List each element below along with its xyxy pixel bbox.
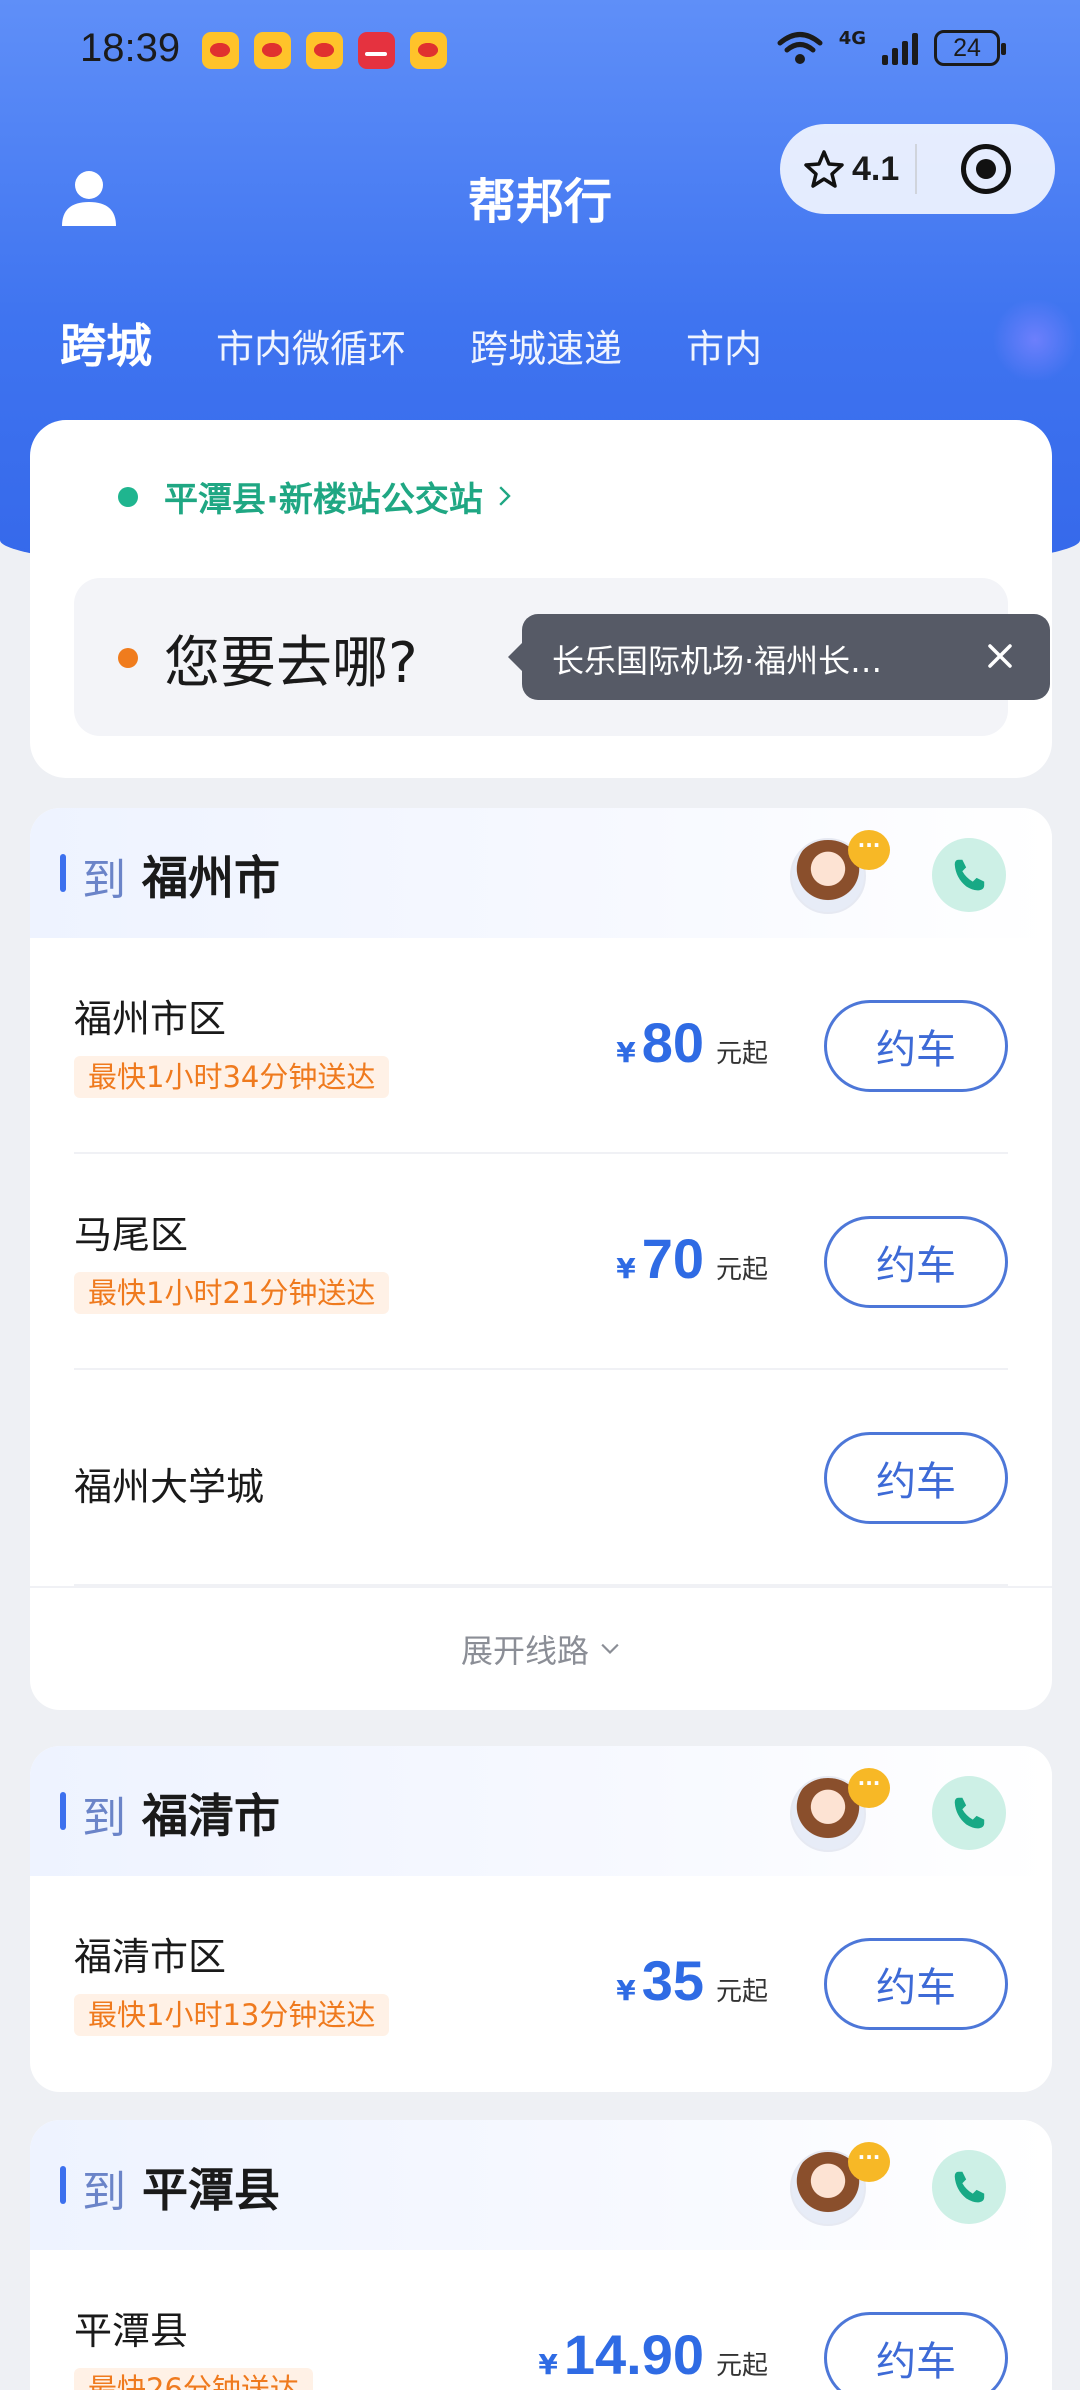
price: ¥ 80 元起 bbox=[616, 1010, 768, 1075]
route-row: 马尾区 最快1小时21分钟送达 ¥ 70 元起 约车 bbox=[74, 1154, 1008, 1370]
route-name: 平潭县 bbox=[74, 2309, 189, 2353]
capsule-divider bbox=[915, 144, 917, 194]
destination-dot-icon bbox=[118, 648, 138, 668]
weibo-notification-icon bbox=[410, 32, 447, 69]
currency-symbol: ¥ bbox=[616, 1036, 636, 1069]
phone-call-button[interactable] bbox=[932, 1776, 1006, 1850]
origin-label: 平潭县·新楼站公交站 bbox=[164, 480, 483, 520]
close-icon[interactable] bbox=[980, 636, 1020, 676]
star-icon bbox=[804, 150, 844, 188]
to-label: 到 bbox=[82, 855, 126, 906]
price-unit: 元起 bbox=[715, 1255, 768, 1285]
route-row: 福州大学城 约车 bbox=[74, 1370, 1008, 1586]
price-unit: 元起 bbox=[715, 2351, 768, 2381]
network-type: 4G bbox=[838, 27, 866, 49]
tabs-overflow-fade bbox=[990, 300, 1080, 380]
price-value: 35 bbox=[641, 1949, 704, 2012]
book-ride-button[interactable]: 约车 bbox=[824, 1000, 1008, 1092]
tab-intercity[interactable]: 跨城 bbox=[60, 310, 152, 376]
price-unit: 元起 bbox=[715, 1977, 768, 2007]
price-value: 70 bbox=[641, 1227, 704, 1290]
destination-prompt: 您要去哪? bbox=[164, 631, 418, 696]
currency-symbol: ¥ bbox=[616, 1252, 636, 1285]
battery-icon: 24 bbox=[934, 30, 1006, 66]
tab-in-city[interactable]: 市内 bbox=[686, 318, 762, 373]
book-ride-button[interactable]: 约车 bbox=[824, 1938, 1008, 2030]
tab-city-micro-circulation[interactable]: 市内微循环 bbox=[216, 318, 406, 373]
eta-tag: 最快1小时21分钟送达 bbox=[74, 1272, 390, 1314]
destination-city: 平潭县 bbox=[142, 2163, 280, 2217]
to-label: 到 bbox=[82, 1793, 126, 1844]
phone-icon bbox=[954, 859, 985, 891]
suggestion-text: 长乐国际机场·福州长… bbox=[552, 642, 883, 680]
destination-city: 福清市 bbox=[142, 1789, 280, 1843]
phone-icon bbox=[954, 2171, 985, 2203]
price: ¥ 70 元起 bbox=[616, 1226, 768, 1291]
route-card-header: 到 福州市 ··· bbox=[30, 808, 1052, 938]
price-value: 80 bbox=[641, 1011, 704, 1074]
chevron-down-icon bbox=[601, 1643, 619, 1655]
chat-bubble-icon: ··· bbox=[848, 1768, 890, 1808]
route-row: 平潭县 最快26分钟送达 ¥ 14.90 元起 约车 bbox=[74, 2250, 1008, 2390]
phone-icon bbox=[954, 1797, 985, 1829]
mini-program-capsule: 4.1 bbox=[780, 124, 1055, 214]
status-bar: 18:39 4G 24 bbox=[0, 0, 1080, 105]
rating-button[interactable]: 4.1 bbox=[780, 149, 915, 189]
route-name: 马尾区 bbox=[74, 1213, 189, 1257]
to-label: 到 bbox=[82, 2167, 126, 2218]
chat-bubble-icon: ··· bbox=[848, 830, 890, 870]
route-card-header: 到 平潭县 ··· bbox=[30, 2120, 1052, 2250]
destination-suggestion-tooltip[interactable]: 长乐国际机场·福州长… bbox=[508, 614, 1050, 700]
status-time: 18:39 bbox=[80, 26, 181, 70]
route-name: 福州市区 bbox=[74, 997, 227, 1041]
origin-selector[interactable]: 平潭县·新楼站公交站 bbox=[118, 472, 513, 521]
wifi-icon bbox=[777, 30, 823, 66]
route-name: 福清市区 bbox=[74, 1935, 227, 1979]
price: ¥ 14.90 元起 bbox=[538, 2322, 768, 2387]
tab-intercity-express[interactable]: 跨城速递 bbox=[470, 318, 622, 373]
chevron-right-icon bbox=[497, 477, 513, 517]
route-card-fuqing: 到 福清市 ··· 福清市区 最快1小时13分钟送达 ¥ 35 元起 约车 bbox=[30, 1746, 1052, 2092]
chat-bubble-icon: ··· bbox=[848, 2142, 890, 2182]
status-indicators: 4G 24 bbox=[777, 27, 1006, 66]
location-card: 平潭县·新楼站公交站 您要去哪? 长乐国际机场·福州长… bbox=[30, 420, 1052, 778]
route-row: 福清市区 最快1小时13分钟送达 ¥ 35 元起 约车 bbox=[74, 1876, 1008, 2092]
destination-input[interactable]: 您要去哪? 长乐国际机场·福州长… bbox=[74, 578, 1050, 736]
header-accent-bar bbox=[60, 1792, 66, 1830]
rating-value: 4.1 bbox=[852, 149, 900, 188]
signal-icon bbox=[882, 31, 918, 65]
route-card-fuzhou: 到 福州市 ··· 福州市区 最快1小时34分钟送达 ¥ 80 元起 约车 马尾… bbox=[30, 808, 1052, 1710]
currency-symbol: ¥ bbox=[616, 1974, 636, 2007]
price-unit: 元起 bbox=[715, 1039, 768, 1069]
notification-icons bbox=[202, 32, 447, 69]
huawei-notification-icon bbox=[358, 32, 395, 69]
book-ride-button[interactable]: 约车 bbox=[824, 2312, 1008, 2390]
header-accent-bar bbox=[60, 854, 66, 892]
origin-dot-icon bbox=[118, 486, 138, 507]
weibo-notification-icon bbox=[202, 32, 239, 69]
currency-symbol: ¥ bbox=[538, 2348, 558, 2381]
destination-city: 福州市 bbox=[142, 851, 280, 905]
phone-call-button[interactable] bbox=[932, 2150, 1006, 2224]
category-tabs: 跨城 市内微循环 跨城速递 市内 bbox=[60, 310, 826, 376]
weibo-notification-icon bbox=[306, 32, 343, 69]
weibo-notification-icon bbox=[254, 32, 291, 69]
price: ¥ 35 元起 bbox=[616, 1948, 768, 2013]
app-page: 18:39 4G 24 帮邦行 4.1 跨城 市内微循环 跨城速递 市内 平潭县… bbox=[0, 0, 1080, 2390]
book-ride-button[interactable]: 约车 bbox=[824, 1432, 1008, 1524]
route-row: 福州市区 最快1小时34分钟送达 ¥ 80 元起 约车 bbox=[74, 938, 1008, 1154]
eta-tag: 最快1小时34分钟送达 bbox=[74, 1056, 390, 1098]
route-card-header: 到 福清市 ··· bbox=[30, 1746, 1052, 1876]
expand-routes-button[interactable]: 展开线路 bbox=[30, 1586, 1052, 1710]
route-name: 福州大学城 bbox=[74, 1465, 265, 1509]
eta-tag: 最快26分钟送达 bbox=[74, 2368, 313, 2390]
header-accent-bar bbox=[60, 2166, 66, 2204]
expand-label: 展开线路 bbox=[460, 1632, 589, 1670]
phone-call-button[interactable] bbox=[932, 838, 1006, 912]
book-ride-button[interactable]: 约车 bbox=[824, 1216, 1008, 1308]
close-target-icon[interactable] bbox=[961, 144, 1011, 194]
price-value: 14.90 bbox=[563, 2323, 704, 2386]
route-card-pingtan: 到 平潭县 ··· 平潭县 最快26分钟送达 ¥ 14.90 元起 约车 bbox=[30, 2120, 1052, 2390]
eta-tag: 最快1小时13分钟送达 bbox=[74, 1994, 390, 2036]
